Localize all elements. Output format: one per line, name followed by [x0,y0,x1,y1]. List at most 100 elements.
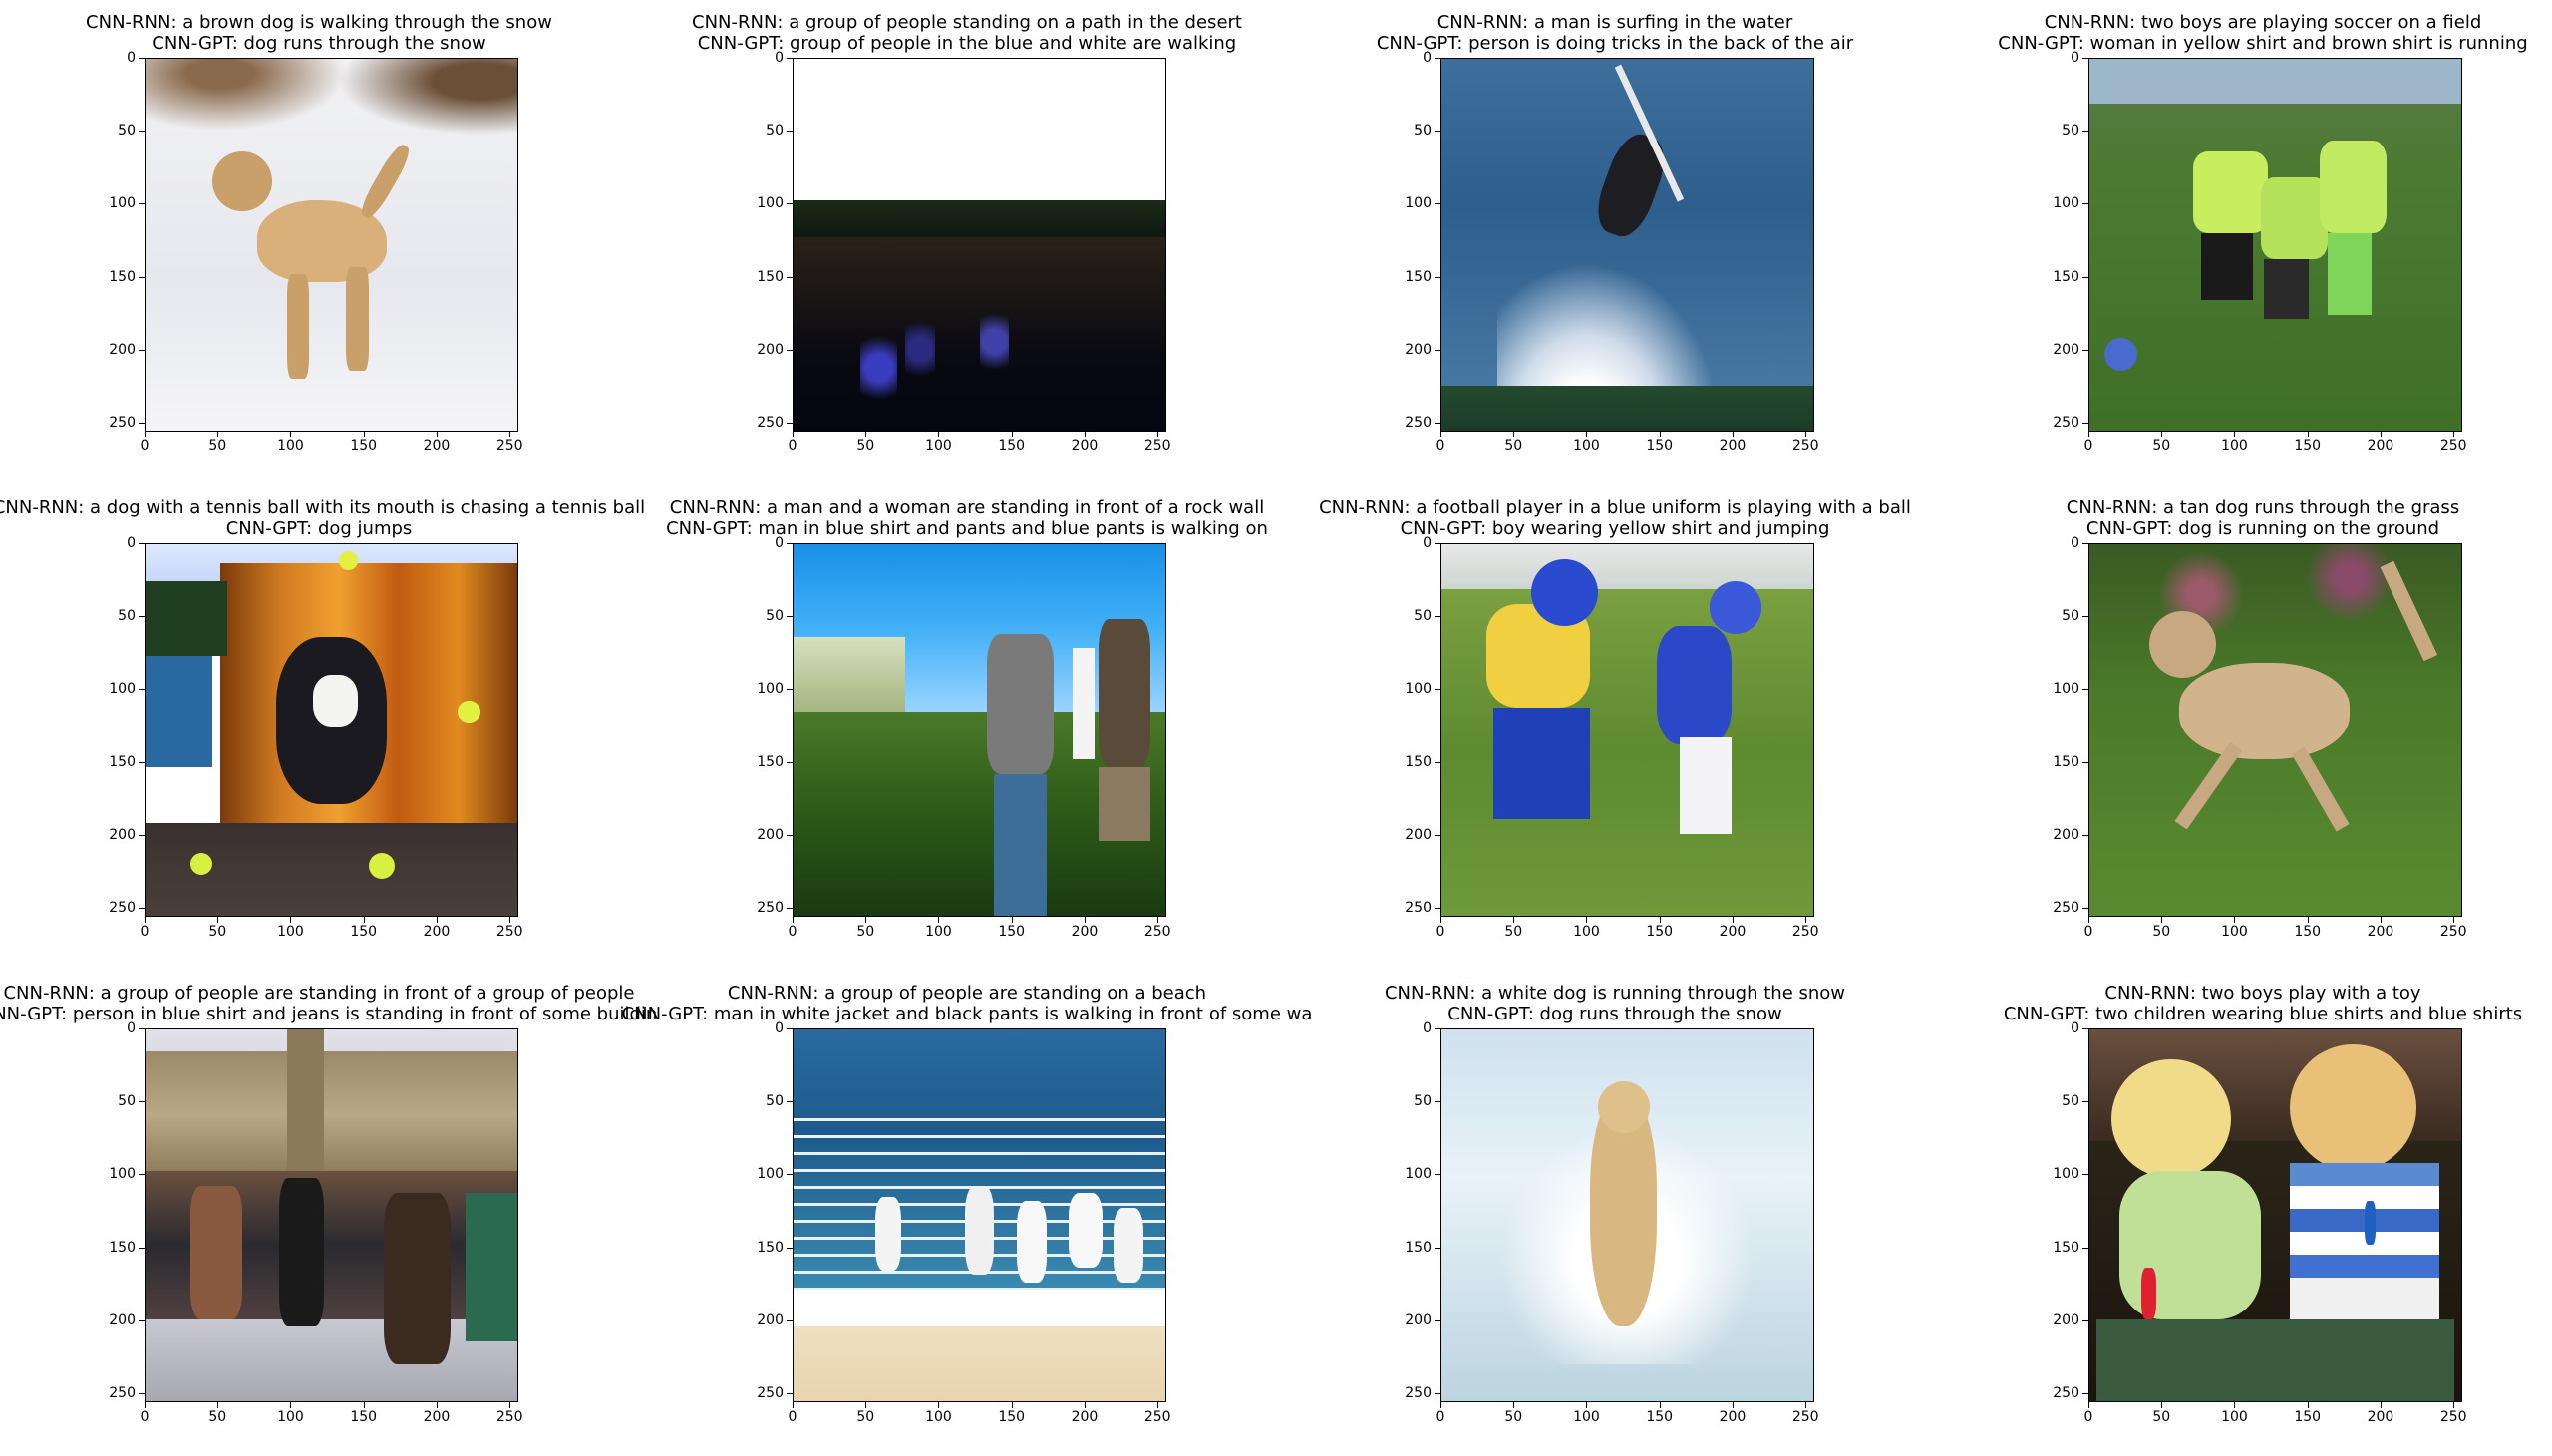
image-axes [145,1028,518,1402]
photo-region [794,1326,1165,1401]
x-tick-label: 100 [2221,438,2248,454]
photo-region [2141,1267,2157,1319]
y-tick-label: 0 [2071,1020,2079,1036]
y-tick-label: 100 [757,1166,784,1183]
y-tick [787,908,793,910]
photo-soccer [2089,59,2461,431]
image-axes [145,543,518,917]
y-tick-label: 0 [2071,50,2079,66]
x-tick-label: 0 [788,438,798,454]
y-tick [139,689,145,691]
y-tick [787,689,793,691]
x-tick [2380,432,2382,437]
y-tick-label: 150 [1405,268,1432,285]
y-tick [2082,1174,2088,1176]
y-tick [787,834,793,836]
x-tick [2234,432,2236,437]
y-tick [139,834,145,836]
y-tick [139,58,145,59]
y-tick-label: 150 [757,1239,784,1256]
y-tick [787,131,793,133]
subplot-4: CNN-RNN: two boys are playing soccer on … [1944,0,2552,485]
y-tick [1435,908,1440,910]
photo-dog-shed [146,544,517,916]
photo-region [1657,626,1732,745]
x-tick-label: 100 [925,924,952,940]
image-axes [793,1028,1166,1402]
x-tick [1157,1402,1159,1408]
photo-dark-hike [794,59,1165,431]
y-tick-label: 0 [1423,535,1432,551]
photo-region [338,551,358,571]
photo-region [1597,1081,1650,1134]
y-tick [2082,543,2088,544]
y-tick-label: 50 [118,1093,136,1110]
x-tick-label: 0 [140,1409,150,1425]
x-tick-label: 200 [2367,438,2394,454]
x-tick-label: 100 [1573,1409,1600,1425]
y-tick [1435,276,1440,278]
x-tick-label: 250 [495,438,523,454]
y-tick-label: 0 [127,535,136,551]
x-tick [1011,432,1013,437]
subplot-5: CNN-RNN: a dog with a tennis ball with i… [0,485,645,971]
photo-dog-snow-run [1441,1029,1813,1401]
y-tick-label: 100 [1405,681,1432,698]
x-tick-label: 150 [998,438,1026,454]
y-tick [139,1247,145,1249]
x-tick [290,432,292,437]
photo-region [2118,1170,2261,1319]
x-tick [2234,1402,2236,1408]
y-tick-label: 50 [2062,608,2079,625]
photo-hill-people [794,544,1165,916]
x-tick-label: 50 [208,924,227,940]
x-tick [2307,432,2309,437]
y-tick-label: 150 [109,753,136,770]
y-tick [139,908,145,910]
x-tick-label: 50 [1504,924,1523,940]
photo-region [1441,544,1813,589]
x-tick [2307,917,2309,923]
x-tick [1157,432,1159,437]
y-tick-label: 250 [1405,1385,1432,1402]
x-tick-label: 250 [1143,1409,1171,1425]
y-tick [139,203,145,205]
y-tick [1435,1247,1440,1249]
x-tick-label: 200 [2367,1409,2394,1425]
x-tick [1586,917,1588,923]
y-tick-label: 200 [109,341,136,358]
y-tick [1435,543,1440,544]
photo-region [146,59,517,208]
subplot-9: CNN-RNN: a group of people are standing … [0,971,657,1456]
x-tick [2453,432,2455,437]
x-tick-label: 150 [350,1409,378,1425]
photo-region [1098,766,1151,842]
y-tick-label: 100 [2053,195,2079,212]
photo-region [986,633,1055,775]
x-tick-label: 250 [1791,1409,1819,1425]
y-tick [787,616,793,618]
x-tick-label: 0 [1436,924,1445,940]
y-tick [2082,203,2088,205]
y-tick [2082,276,2088,278]
image-axes [793,543,1166,917]
x-tick [1440,917,1441,923]
y-tick [2082,423,2088,425]
x-tick-label: 250 [495,924,523,940]
y-tick [787,1393,793,1395]
y-tick [139,276,145,278]
y-tick-label: 250 [2053,415,2079,432]
x-tick-label: 250 [495,1409,523,1425]
y-tick-label: 200 [2053,341,2079,358]
x-tick [865,917,867,923]
y-tick-label: 100 [109,195,136,212]
x-tick-label: 50 [856,1409,875,1425]
subplot-8: CNN-RNN: a tan dog runs through the gras… [1944,485,2552,971]
y-tick [2082,1101,2088,1103]
x-tick [436,432,438,437]
y-tick-label: 200 [757,1311,784,1328]
photo-surf [1441,59,1813,431]
y-tick [1435,834,1440,836]
y-tick [787,1028,793,1029]
photo-region [1113,1208,1143,1283]
